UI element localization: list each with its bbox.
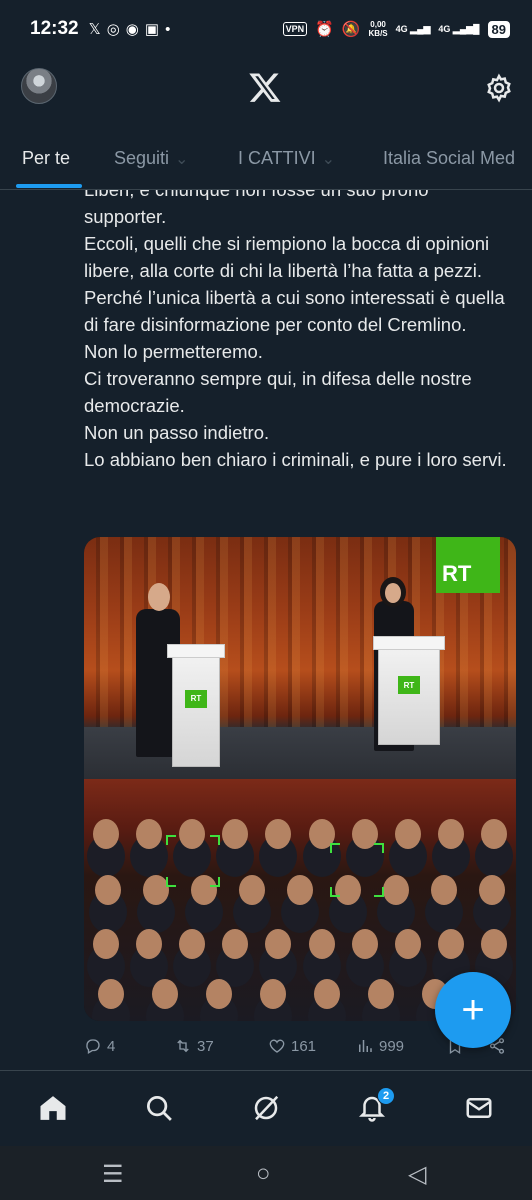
face-marker <box>166 835 176 845</box>
grok-icon[interactable] <box>251 1093 281 1123</box>
heart-icon <box>269 1039 285 1053</box>
tweet-paragraph: Ci troveranno sempre qui, in difesa dell… <box>84 368 472 416</box>
tab-per-te[interactable]: Per te <box>22 148 70 169</box>
x-logo-icon[interactable] <box>248 70 282 104</box>
more-notifications-icon: • <box>165 20 171 38</box>
tweet-media[interactable]: RT RT RT <box>84 537 516 1021</box>
speaker-right-head <box>385 583 401 603</box>
tweet-paragraph: supporter. <box>84 206 167 227</box>
tab-seguiti[interactable]: Seguiti ⌄ <box>114 148 188 169</box>
tweet-paragraph: Eccoli, quelli che si riempiono la bocca… <box>84 233 505 335</box>
recent-apps-icon[interactable]: ☰ <box>102 1160 124 1189</box>
bottom-navigation: 2 <box>0 1070 532 1146</box>
signal-1: 4G ▂▄▆ <box>395 23 431 34</box>
status-time: 12:32 <box>30 18 79 39</box>
like-button[interactable]: 161 <box>268 1037 316 1055</box>
signal-2: 4G ▂▄▆█ <box>438 23 480 34</box>
face-marker <box>330 887 340 897</box>
status-bar: 12:32 𝕏 ◎ ◉ ▣ • VPN ⏰ 🔕 0,00 KB/S 4G ▂▄▆… <box>0 0 532 58</box>
tab-label: Italia Social Med <box>383 148 516 168</box>
rt-logo: RT <box>436 537 500 593</box>
timeline-tabs: Per te Seguiti ⌄ I CATTIVI ⌄ Italia Soci… <box>0 130 532 190</box>
crowd-row <box>84 929 516 959</box>
reply-icon <box>86 1039 100 1054</box>
tweet-line-cut: Liberi, e chiunque non fosse un suo pron… <box>84 190 514 203</box>
tab-i-cattivi[interactable]: I CATTIVI ⌄ <box>238 148 335 169</box>
vpn-icon: VPN <box>282 22 308 36</box>
repost-count: 37 <box>197 1037 214 1055</box>
search-icon[interactable] <box>144 1093 174 1123</box>
notification-icons: 𝕏 ◎ ◉ ▣ • <box>88 20 171 39</box>
whatsapp-icon: ◎ <box>106 21 120 38</box>
tweet-paragraph: Non un passo indietro. <box>84 422 270 443</box>
tweet-paragraph: Non lo permetteremo. <box>84 341 263 362</box>
home-circle-icon[interactable]: ○ <box>256 1160 271 1188</box>
app-notification-icon: ▣ <box>144 21 160 38</box>
crowd-row <box>84 819 516 849</box>
reply-button[interactable]: 4 <box>84 1037 115 1055</box>
mute-icon: 🔕 <box>341 21 361 38</box>
battery-indicator: 89 <box>487 20 510 38</box>
podium-rt-logo: RT <box>398 676 420 695</box>
views-icon <box>359 1040 372 1052</box>
podium-right: RT <box>373 636 445 745</box>
profile-avatar[interactable] <box>21 68 57 104</box>
gear-icon[interactable] <box>484 73 514 103</box>
stage-photo[interactable]: RT RT RT <box>84 537 516 779</box>
net-speed: 0,00 KB/S <box>369 20 388 38</box>
crowd-row <box>84 875 516 905</box>
chevron-down-icon: ⌄ <box>321 150 336 168</box>
face-marker <box>210 877 220 887</box>
top-header <box>0 58 532 118</box>
face-marker <box>374 887 384 897</box>
views-button[interactable]: 999 <box>356 1037 404 1055</box>
notifications-tab[interactable]: 2 <box>357 1087 395 1123</box>
messenger-icon: ◉ <box>125 21 139 38</box>
tweet-paragraph: Lo abbiano ben chiaro i criminali, e pur… <box>84 449 507 470</box>
net-speed-value: 0,00 <box>370 20 386 29</box>
repost-button[interactable]: 37 <box>174 1037 214 1055</box>
face-marker <box>166 877 176 887</box>
notification-badge: 2 <box>377 1087 395 1105</box>
net-speed-unit: KB/S <box>368 29 388 38</box>
podium-left: RT <box>167 644 225 767</box>
face-marker <box>210 835 220 845</box>
podium-rt-logo: RT <box>185 689 207 708</box>
tweet-text[interactable]: Liberi, e chiunque non fosse un suo pron… <box>84 190 514 530</box>
alarm-icon: ⏰ <box>315 21 334 38</box>
chevron-down-icon: ⌄ <box>175 150 189 168</box>
repost-icon <box>177 1039 189 1053</box>
face-marker <box>374 843 384 853</box>
compose-button[interactable]: + <box>435 972 511 1048</box>
mail-icon[interactable] <box>464 1093 494 1123</box>
system-navigation: ☰ ○ ◁ <box>0 1146 532 1200</box>
tab-italia-social-med[interactable]: Italia Social Med <box>383 148 515 169</box>
view-count: 999 <box>379 1037 405 1055</box>
speaker-left-head <box>148 583 170 611</box>
tab-label: Per te <box>22 148 71 168</box>
reply-count: 4 <box>107 1037 116 1055</box>
plus-icon: + <box>461 988 485 1032</box>
like-count: 161 <box>291 1037 317 1055</box>
tab-label: I CATTIVI <box>238 148 316 168</box>
home-icon[interactable] <box>38 1093 68 1123</box>
face-marker <box>330 843 340 853</box>
tab-label: Seguiti <box>114 148 170 168</box>
status-right: VPN ⏰ 🔕 0,00 KB/S 4G ▂▄▆ 4G ▂▄▆█ 89 <box>282 20 510 38</box>
back-icon[interactable]: ◁ <box>408 1160 426 1189</box>
active-tab-indicator <box>16 184 82 188</box>
x-notification-icon: 𝕏 <box>88 21 101 38</box>
